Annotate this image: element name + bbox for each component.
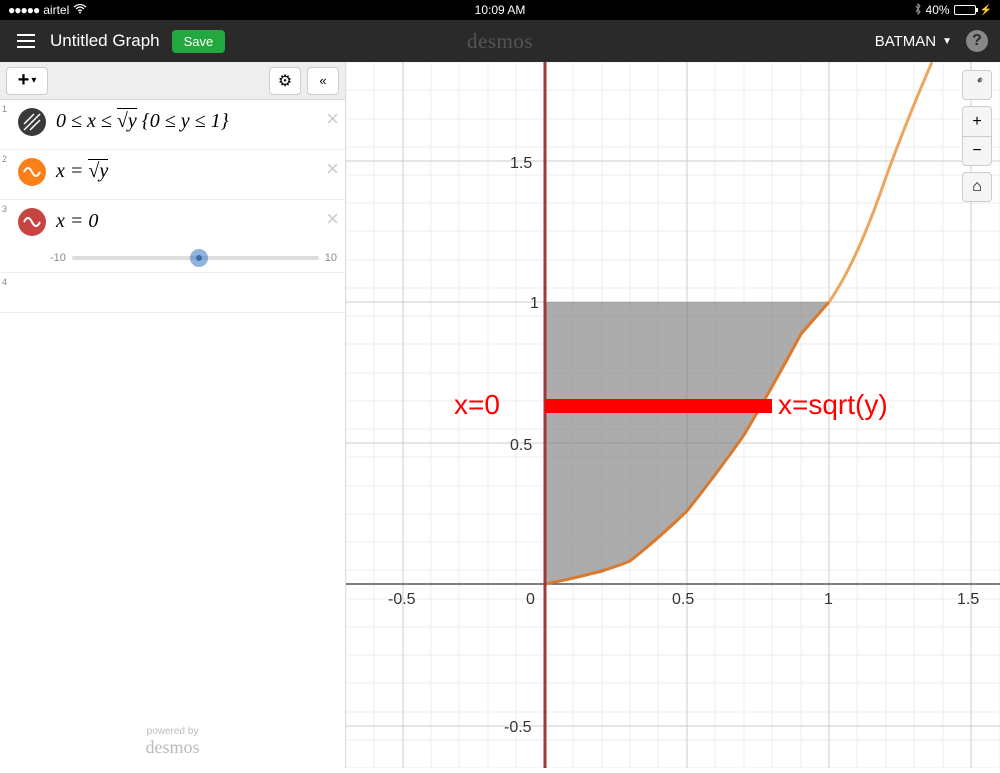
slider-track[interactable] — [72, 256, 319, 260]
expression-sidebar: +▾ ⚙ « 1 0 ≤ x ≤ √y {0 ≤ y ≤ 1} × 2 — [0, 62, 346, 768]
save-button[interactable]: Save — [172, 30, 226, 53]
expression-list: 1 0 ≤ x ≤ √y {0 ≤ y ≤ 1} × 2 x = √y × 3 — [0, 100, 345, 716]
app-header: Untitled Graph Save desmos BATMAN ▼ ? — [0, 20, 1000, 62]
svg-text:1.5: 1.5 — [957, 591, 979, 608]
status-bar: ●●●●● airtel 10:09 AM 40% ⚡ — [0, 0, 1000, 20]
battery-pct: 40% — [926, 3, 950, 17]
user-menu[interactable]: BATMAN ▼ — [875, 33, 952, 50]
expression-row[interactable]: 4 — [0, 273, 345, 313]
menu-button[interactable] — [12, 27, 40, 55]
expression-number: 2 — [0, 150, 12, 168]
settings-button[interactable]: ⚙ — [269, 67, 301, 95]
graph-title[interactable]: Untitled Graph — [50, 31, 160, 51]
battery-icon — [954, 5, 976, 15]
delete-expression-button[interactable]: × — [326, 156, 339, 182]
annotation-x-sqrt-y: x=sqrt(y) — [778, 389, 888, 420]
svg-text:0.5: 0.5 — [672, 591, 694, 608]
carrier-label: airtel — [43, 3, 69, 17]
expression-number: 1 — [0, 100, 12, 118]
bluetooth-icon — [914, 3, 922, 18]
expression-color-icon[interactable] — [18, 158, 46, 186]
chevron-down-icon: ▼ — [942, 36, 952, 47]
signal-dots-icon: ●●●●● — [8, 3, 39, 17]
help-button[interactable]: ? — [966, 30, 988, 52]
annotation-x-zero: x=0 — [454, 389, 500, 420]
expression-formula[interactable]: 0 ≤ x ≤ √y {0 ≤ y ≤ 1} — [52, 100, 345, 143]
home-icon: ⌂ — [972, 178, 982, 196]
home-button[interactable]: ⌂ — [962, 172, 992, 202]
wrench-icon — [969, 75, 985, 96]
expression-row[interactable]: 3 x = 0 × -10 10 — [0, 200, 345, 273]
slider-thumb[interactable] — [190, 249, 208, 267]
charging-icon: ⚡ — [980, 5, 992, 16]
expression-formula[interactable]: x = √y — [52, 150, 345, 193]
footer-logo: desmos — [10, 737, 335, 758]
svg-text:1.5: 1.5 — [510, 155, 532, 172]
expression-color-icon[interactable] — [18, 108, 46, 136]
slider-max[interactable]: 10 — [325, 252, 337, 264]
hamburger-icon — [17, 40, 35, 42]
svg-text:0.5: 0.5 — [510, 437, 532, 454]
powered-by-label: powered by — [10, 726, 335, 737]
svg-text:-0.5: -0.5 — [504, 719, 532, 736]
desmos-logo: desmos — [467, 29, 533, 54]
curve-sqrt-y-upper — [829, 62, 932, 302]
sidebar-footer: powered by desmos — [0, 716, 345, 768]
graph-area[interactable]: + − ⌂ — [346, 62, 1000, 768]
svg-text:1: 1 — [824, 591, 833, 608]
svg-text:0: 0 — [526, 591, 535, 608]
graph-canvas[interactable]: x=0 x=sqrt(y) -0.5 0 0.5 1 1.5 1.5 1 0.5… — [346, 62, 1000, 768]
slider-row: -10 10 — [0, 250, 345, 272]
expression-row[interactable]: 2 x = √y × — [0, 150, 345, 200]
zoom-in-button[interactable]: + — [962, 106, 992, 136]
svg-text:1: 1 — [530, 295, 539, 312]
slider-min[interactable]: -10 — [50, 252, 66, 264]
zoom-out-button[interactable]: − — [962, 136, 992, 166]
collapse-sidebar-button[interactable]: « — [307, 67, 339, 95]
graph-settings-button[interactable] — [962, 70, 992, 100]
expression-row[interactable]: 1 0 ≤ x ≤ √y {0 ≤ y ≤ 1} × — [0, 100, 345, 150]
user-name-label: BATMAN — [875, 33, 936, 50]
expression-number: 4 — [0, 273, 12, 312]
expression-color-icon[interactable] — [18, 208, 46, 236]
sidebar-toolbar: +▾ ⚙ « — [0, 62, 345, 100]
expression-number: 3 — [0, 200, 12, 218]
gear-icon: ⚙ — [278, 71, 292, 91]
add-expression-button[interactable]: +▾ — [6, 67, 48, 95]
wifi-icon — [73, 3, 87, 17]
delete-expression-button[interactable]: × — [326, 206, 339, 232]
expression-formula[interactable]: x = 0 — [52, 200, 345, 243]
status-time: 10:09 AM — [336, 3, 664, 17]
svg-text:-0.5: -0.5 — [388, 591, 416, 608]
delete-expression-button[interactable]: × — [326, 106, 339, 132]
